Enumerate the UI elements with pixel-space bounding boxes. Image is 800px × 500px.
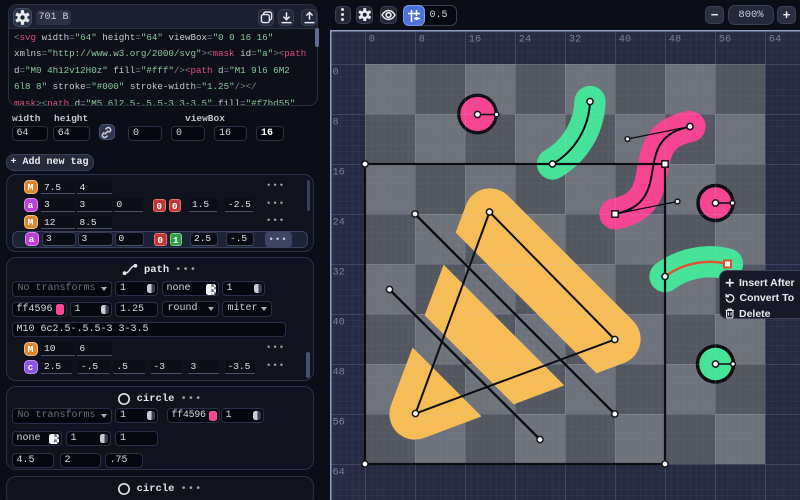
svg-text:16: 16 bbox=[333, 167, 345, 179]
svg-text:24: 24 bbox=[519, 34, 531, 46]
svg-text:64: 64 bbox=[333, 467, 345, 479]
svg-text:8: 8 bbox=[419, 34, 425, 46]
svg-text:24: 24 bbox=[333, 217, 345, 229]
svg-text:40: 40 bbox=[619, 34, 631, 46]
svg-text:32: 32 bbox=[569, 34, 581, 46]
svg-text:16: 16 bbox=[469, 34, 481, 46]
svg-text:56: 56 bbox=[333, 417, 345, 429]
svg-text:56: 56 bbox=[719, 34, 731, 46]
svg-text:48: 48 bbox=[669, 34, 681, 46]
svg-text:48: 48 bbox=[333, 367, 345, 379]
svg-text:0: 0 bbox=[369, 34, 375, 46]
svg-text:32: 32 bbox=[333, 267, 345, 279]
svg-text:40: 40 bbox=[333, 317, 345, 329]
svg-text:0: 0 bbox=[333, 67, 339, 79]
svg-text:8: 8 bbox=[333, 117, 339, 129]
svg-text:64: 64 bbox=[769, 34, 781, 46]
